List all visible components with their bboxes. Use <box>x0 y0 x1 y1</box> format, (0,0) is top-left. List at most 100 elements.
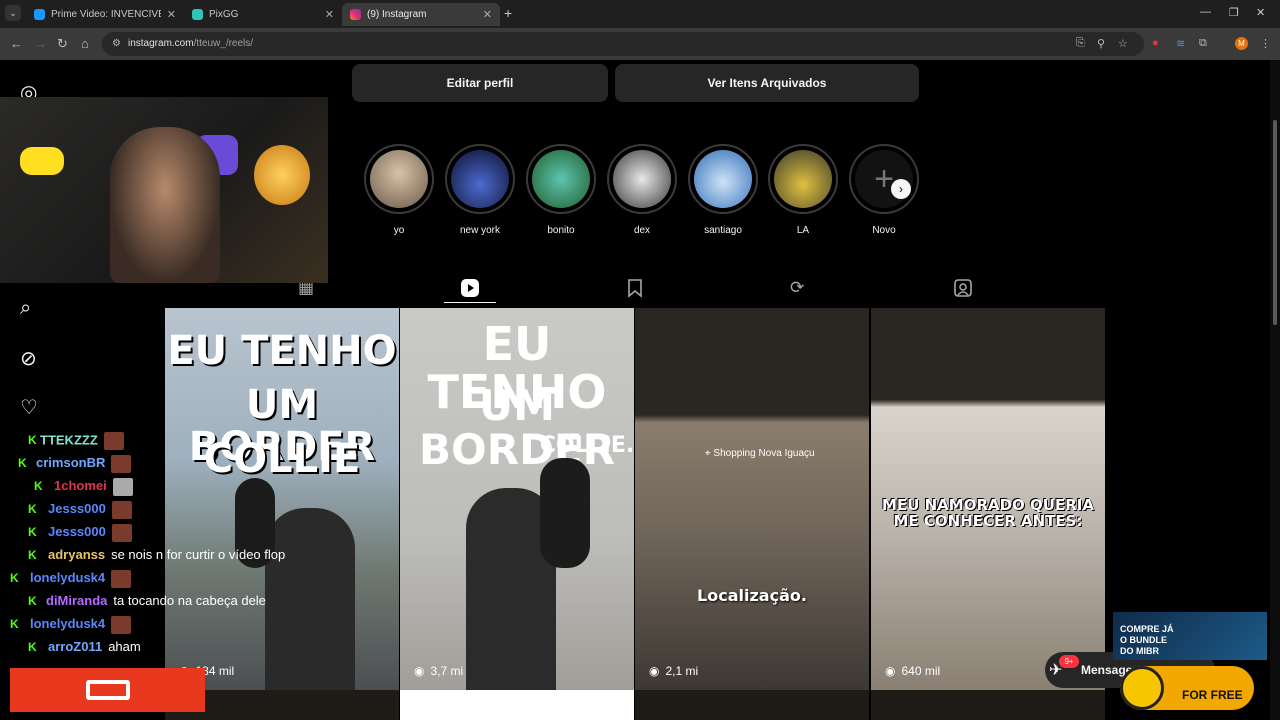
edit-profile-button[interactable]: Editar perfil <box>352 64 608 102</box>
reel-dog <box>540 458 590 568</box>
new-tab-icon[interactable]: + <box>504 5 512 21</box>
search-icon[interactable]: ⌕ <box>20 297 31 320</box>
chat-text: aham <box>108 639 141 654</box>
eye-icon: ◉ <box>885 664 896 678</box>
window-close-icon[interactable]: ✕ <box>1256 6 1265 19</box>
reel-views: ◉ 3,7 mi <box>414 664 463 678</box>
promo-text-line: COMPRE JÁ <box>1120 624 1174 634</box>
kick-icon: K <box>28 594 37 608</box>
highlight-santiago[interactable]: santiago <box>687 144 759 236</box>
reel-item[interactable]: EU TENHO UM BORDER COLLIE. ◉ 3,7 mi <box>400 308 634 690</box>
tab-pixgg[interactable]: PixGG ✕ <box>184 3 342 26</box>
chat-avatar <box>111 455 132 473</box>
notifications-heart-icon[interactable]: ♡ <box>20 395 38 420</box>
eye-icon: ◉ <box>649 664 660 678</box>
highlight-cover <box>613 150 671 208</box>
webcam-overlay <box>0 97 328 283</box>
scrollbar-thumb[interactable] <box>1273 120 1277 325</box>
promo-banner: COMPRE JÁ O BUNDLE DO MIBR <box>1113 612 1267 660</box>
maximize-icon[interactable]: ❐ <box>1229 6 1239 19</box>
url-domain: instagram.com <box>128 38 194 49</box>
chat-username: adryanss <box>48 547 106 562</box>
chat-message: K TTEKZZZ <box>10 432 340 455</box>
reposts-icon[interactable]: ⟳ <box>790 278 804 298</box>
highlight-label: dex <box>633 225 651 236</box>
explore-icon[interactable]: ⊘ <box>20 346 37 371</box>
back-icon[interactable]: ← <box>10 36 23 51</box>
chat-username: arroZ011 <box>48 639 103 654</box>
chat-avatar <box>111 570 132 588</box>
chat-message: KdiMiranda ta tocando na cabeça dele <box>10 593 340 616</box>
extension-wave-icon[interactable]: ≋ <box>1176 37 1185 50</box>
reel-item[interactable]: ⌖ Shopping Nova Iguaçu Localização. ◉ 2,1… <box>635 308 869 690</box>
stream-alert-banner <box>10 668 205 712</box>
home-icon[interactable]: ⌂ <box>81 36 89 51</box>
close-icon[interactable]: ✕ <box>483 8 492 21</box>
extension-red-icon[interactable]: ● <box>1152 37 1159 49</box>
lamp-left <box>20 147 64 175</box>
saved-bookmark-icon[interactable] <box>627 278 643 303</box>
chat-avatar <box>111 524 132 542</box>
streamer <box>110 127 220 283</box>
chat-avatar <box>111 501 132 519</box>
promo-text-line: O BUNDLE <box>1120 635 1167 645</box>
tab-title: Prime Video: INVENCÍVEL - TEM <box>51 9 161 20</box>
chat-text: ta tocando na cabeça dele <box>113 593 266 608</box>
tab-instagram[interactable]: (9) Instagram ✕ <box>342 3 500 26</box>
close-icon[interactable]: ✕ <box>325 8 334 21</box>
unread-badge: 9+ <box>1059 655 1079 668</box>
highlight-yo[interactable]: yo <box>363 144 435 236</box>
site-info-icon[interactable]: ⚙ <box>112 38 121 49</box>
extensions-puzzle-icon[interactable]: ⧉ <box>1199 37 1207 50</box>
lamp-right <box>254 145 310 205</box>
chat-text: se nois n for curtir o vídeo flop <box>111 547 286 562</box>
highlight-new-york[interactable]: new york <box>444 144 516 236</box>
highlight-cover <box>694 150 752 208</box>
minimize-icon[interactable]: — <box>1200 6 1211 18</box>
chat-message: Klonelydusk4 <box>10 616 340 639</box>
reel-item[interactable] <box>400 690 634 720</box>
chat-username: lonelydusk4 <box>30 570 106 586</box>
page-scrollbar[interactable] <box>1270 60 1280 720</box>
reel-views: ◉ 640 mil <box>885 664 940 678</box>
promo-offer: FOR FREE <box>1182 688 1243 702</box>
zoom-icon[interactable]: ⚲ <box>1097 37 1105 50</box>
tab-search-button[interactable]: ⌄ <box>5 5 21 21</box>
pixgg-favicon-icon <box>192 9 203 20</box>
chat-message: KcrimsonBR <box>10 455 340 478</box>
reel-title-line: UM BORDER <box>419 381 615 475</box>
highlight-la[interactable]: LA <box>767 144 839 236</box>
reel-item[interactable] <box>871 690 1105 720</box>
highlight-bonito[interactable]: bonito <box>525 144 597 236</box>
forward-icon[interactable]: → <box>34 36 47 51</box>
highlight-dex[interactable]: dex <box>606 144 678 236</box>
views-count: 3,7 mi <box>430 664 464 678</box>
reel-location: ⌖ Shopping Nova Iguaçu <box>705 448 815 459</box>
reel-item[interactable] <box>635 690 869 720</box>
kick-icon: K <box>28 525 37 540</box>
highlight-label: santiago <box>704 225 742 236</box>
tagged-icon[interactable] <box>954 278 972 303</box>
highlight-label: yo <box>393 225 405 236</box>
promo-offer-badge: FOR FREE <box>1120 666 1254 710</box>
tab-prime-video[interactable]: Prime Video: INVENCÍVEL - TEM ✕ <box>26 3 184 26</box>
view-archive-button[interactable]: Ver Itens Arquivados <box>615 64 919 102</box>
tab-title: PixGG <box>209 9 239 20</box>
prime-video-favicon-icon <box>34 9 45 20</box>
close-icon[interactable]: ✕ <box>167 8 176 21</box>
chat-username: Jesss000 <box>48 524 106 540</box>
install-app-icon[interactable]: ⎘ <box>1076 37 1085 50</box>
profile-avatar[interactable]: M <box>1235 37 1248 50</box>
active-tab-indicator <box>444 302 496 303</box>
views-count: 2,1 mi <box>665 664 699 678</box>
reels-icon[interactable] <box>460 278 480 303</box>
reload-icon[interactable]: ↻ <box>57 36 68 52</box>
bookmark-star-icon[interactable]: ☆ <box>1118 37 1128 50</box>
browser-tabbar: ⌄ Prime Video: INVENCÍVEL - TEM ✕ PixGG … <box>0 0 1280 28</box>
reel-item[interactable]: MEU NAMORADO QUERIA ME CONHECER ANTES: ◉… <box>871 308 1105 690</box>
next-highlights-button[interactable]: › <box>891 179 911 199</box>
url-path: /tteuw_/reels/ <box>193 38 254 49</box>
url-input[interactable]: ⚙ instagram.com/tteuw_/reels/ <box>102 32 1144 56</box>
browser-menu-icon[interactable]: ⋮ <box>1260 37 1271 50</box>
kick-icon: K <box>18 456 27 471</box>
